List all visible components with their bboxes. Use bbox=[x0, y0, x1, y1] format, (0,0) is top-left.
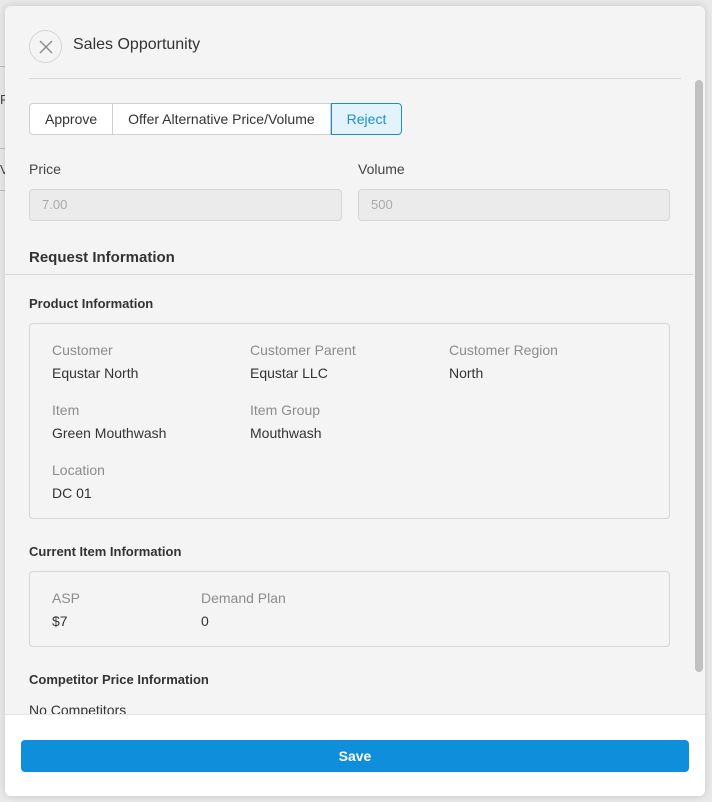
asp-field: ASP $7 bbox=[52, 590, 80, 629]
item-group-field: Item Group Mouthwash bbox=[250, 402, 322, 441]
close-button[interactable] bbox=[29, 30, 62, 63]
approve-tab[interactable]: Approve bbox=[29, 103, 114, 135]
customer-parent-value: Equstar LLC bbox=[250, 365, 328, 381]
price-input[interactable]: 7.00 bbox=[29, 189, 342, 221]
scrollbar-thumb[interactable] bbox=[695, 80, 703, 672]
asp-value: $7 bbox=[52, 613, 68, 629]
price-label: Price bbox=[29, 161, 61, 177]
modal-footer: Save bbox=[5, 714, 705, 796]
item-label: Item bbox=[52, 402, 80, 418]
competitor-price-information-heading: Competitor Price Information bbox=[29, 672, 209, 687]
modal-title: Sales Opportunity bbox=[73, 36, 201, 53]
demand-plan-field: Demand Plan 0 bbox=[201, 590, 286, 629]
customer-value: Equstar North bbox=[52, 365, 139, 381]
section-divider bbox=[5, 274, 693, 275]
volume-label: Volume bbox=[358, 161, 405, 177]
decision-segmented-control: Approve Offer Alternative Price/Volume R… bbox=[29, 103, 403, 135]
item-group-value: Mouthwash bbox=[250, 425, 322, 441]
item-group-label: Item Group bbox=[250, 402, 321, 418]
customer-parent-label: Customer Parent bbox=[250, 342, 356, 358]
demand-plan-label: Demand Plan bbox=[201, 590, 286, 606]
product-information-heading: Product Information bbox=[29, 296, 154, 311]
customer-region-label: Customer Region bbox=[449, 342, 558, 358]
current-item-information-heading: Current Item Information bbox=[29, 544, 182, 559]
customer-region-field: Customer Region North bbox=[449, 342, 558, 381]
reject-tab[interactable]: Reject bbox=[330, 103, 403, 135]
customer-field: Customer Equstar North bbox=[52, 342, 138, 381]
current-item-information-card: ASP $7 Demand Plan 0 bbox=[29, 571, 670, 647]
request-information-heading: Request Information bbox=[29, 249, 175, 266]
product-information-card: Customer Equstar North Customer Parent E… bbox=[29, 323, 670, 519]
customer-parent-field: Customer Parent Equstar LLC bbox=[250, 342, 356, 381]
save-button[interactable]: Save bbox=[21, 740, 689, 772]
customer-region-value: North bbox=[449, 365, 484, 381]
item-value: Green Mouthwash bbox=[52, 425, 167, 441]
location-value: DC 01 bbox=[52, 485, 92, 501]
modal-header: Sales Opportunity bbox=[29, 6, 681, 79]
close-icon bbox=[39, 40, 53, 54]
sales-opportunity-modal: Sales Opportunity Approve Offer Alternat… bbox=[5, 6, 705, 796]
location-field: Location DC 01 bbox=[52, 462, 105, 501]
demand-plan-value: 0 bbox=[201, 613, 209, 629]
asp-label: ASP bbox=[52, 590, 81, 606]
offer-alternative-tab[interactable]: Offer Alternative Price/Volume bbox=[113, 103, 331, 135]
customer-label: Customer bbox=[52, 342, 113, 358]
item-field: Item Green Mouthwash bbox=[52, 402, 166, 441]
volume-input[interactable]: 500 bbox=[358, 189, 670, 221]
location-label: Location bbox=[52, 462, 105, 478]
